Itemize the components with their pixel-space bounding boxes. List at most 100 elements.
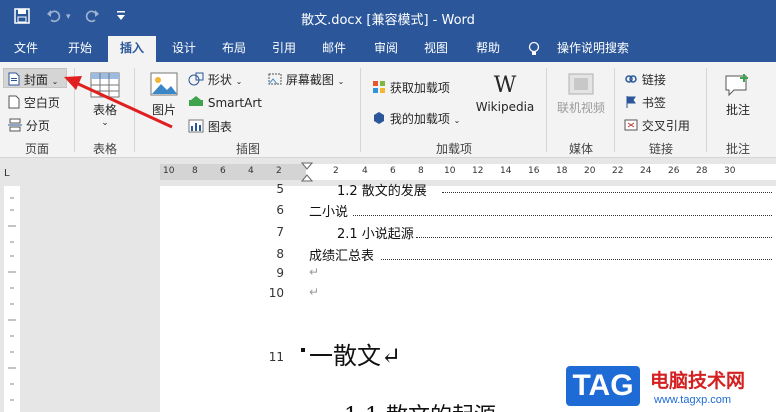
toc-entry[interactable]: 1.2 散文的发展 (337, 180, 427, 199)
ribbon-tabs: 文件 开始 插入 设计 布局 引用 邮件 审阅 视图 帮助 操作说明搜索 (0, 36, 776, 62)
bookmark-icon (624, 95, 638, 112)
my-addins-button[interactable]: 我的加载项 ⌄ (372, 110, 460, 128)
film-icon (568, 72, 594, 99)
get-addins-label: 获取加载项 (389, 81, 450, 95)
chevron-down-icon: ⌄ (235, 77, 243, 86)
toc-entry[interactable]: 二小说 (309, 201, 348, 220)
group-label-comments: 批注 (725, 142, 750, 156)
line-number: 5 (276, 182, 284, 196)
heading-1-text: 一散文↵ (309, 342, 402, 370)
comment-button[interactable]: 批注 (716, 72, 760, 118)
toc-entry[interactable]: 2.1 小说起源 (337, 223, 414, 242)
group-label-media: 媒体 (568, 142, 593, 156)
red-arrow-annotation (64, 76, 173, 129)
ruler-number: 10 (444, 166, 456, 176)
addin-icon (372, 111, 386, 128)
ruler-number: 2 (276, 166, 282, 176)
ruler-number: 18 (556, 166, 568, 176)
comment-label: 批注 (725, 103, 750, 117)
wikipedia-icon: W (493, 73, 517, 98)
site-name: 电脑技术网 (650, 370, 746, 392)
line-number: 9 (276, 266, 284, 280)
toc-entry[interactable]: 成绩汇总表 (309, 245, 374, 264)
smartart-icon (188, 95, 204, 112)
window-title: 散文.docx [兼容模式] - Word (301, 13, 475, 28)
ruler-number: 6 (220, 166, 226, 176)
ruler-number: 6 (390, 166, 396, 176)
tab-references[interactable]: 引用 (262, 36, 306, 62)
ruler-number: 24 (640, 166, 652, 176)
page-break-button[interactable]: 分页 (8, 117, 50, 135)
heading-2-partial[interactable]: 1.1 散文的起源 (344, 398, 496, 412)
smartart-button[interactable]: SmartArt (188, 95, 262, 112)
divider (706, 68, 707, 152)
ruler-number: 8 (192, 166, 198, 176)
tab-mailings[interactable]: 邮件 (312, 36, 356, 62)
chevron-down-icon: ⌄ (51, 77, 59, 86)
group-label-illustrations: 插图 (235, 142, 260, 156)
tab-selector[interactable]: L (4, 168, 10, 179)
online-video-label: 联机视频 (556, 101, 605, 115)
tell-me-search[interactable]: 操作说明搜索 (552, 36, 634, 62)
heading-1[interactable]: 一散文↵ (309, 336, 401, 371)
toc-leader-dots (442, 192, 772, 193)
blank-page-button[interactable]: 空白页 (8, 94, 60, 112)
group-label-addins: 加载项 (435, 142, 472, 156)
ruler-number: 12 (472, 166, 484, 176)
indent-marker-icon[interactable] (300, 162, 314, 185)
ruler-number: 10 (163, 166, 175, 176)
cover-page-button[interactable]: 封面 ⌄ (8, 71, 58, 89)
link-icon (624, 72, 638, 89)
chevron-down-icon: ⌄ (453, 116, 461, 125)
title-bar: ▾ 散文.docx [兼容模式] - Word (0, 0, 776, 36)
my-addins-label: 我的加载项 (389, 112, 450, 126)
chart-button[interactable]: 图表 (188, 118, 232, 136)
comment-icon (724, 72, 752, 101)
online-video-button[interactable]: 联机视频 (556, 72, 606, 116)
tab-design[interactable]: 设计 (162, 36, 206, 62)
tab-insert[interactable]: 插入 (108, 36, 156, 62)
bookmark-label: 书签 (641, 96, 666, 110)
shapes-button[interactable]: 形状 ⌄ (188, 71, 242, 89)
ruler-number: 4 (248, 166, 254, 176)
ruler-number: 22 (612, 166, 624, 176)
blank-page-icon (8, 95, 20, 112)
tab-file[interactable]: 文件 (4, 36, 48, 62)
blank-page-label: 空白页 (23, 96, 60, 110)
ruler-margin-left (160, 164, 306, 180)
ruler-number: 16 (528, 166, 540, 176)
vertical-ruler[interactable] (4, 186, 20, 412)
cover-page-label: 封面 (23, 73, 48, 87)
page-break-label: 分页 (25, 119, 50, 133)
tab-view[interactable]: 视图 (414, 36, 458, 62)
site-watermark: TAG 电脑技术网 www.tagxp.com (562, 362, 774, 410)
page-break-icon (8, 118, 22, 135)
wikipedia-button[interactable]: W Wikipedia (474, 72, 536, 114)
screenshot-label: 屏幕截图 (285, 73, 334, 87)
site-url: www.tagxp.com (654, 394, 732, 406)
ruler-number: 2 (333, 166, 339, 176)
toc-leader-dots (416, 237, 772, 238)
cross-reference-button[interactable]: 交叉引用 (624, 117, 690, 135)
cross-reference-label: 交叉引用 (641, 119, 690, 133)
screenshot-button[interactable]: 屏幕截图 ⌄ (268, 71, 344, 89)
shapes-icon (188, 72, 204, 89)
horizontal-ruler[interactable]: 10 8 6 4 2 2 4 6 8 10 12 14 16 18 20 22 … (160, 162, 776, 182)
link-label: 链接 (641, 73, 666, 87)
group-label-pages: 页面 (24, 142, 49, 156)
line-number: 10 (268, 286, 284, 300)
ruler-number: 8 (418, 166, 424, 176)
tab-review[interactable]: 审阅 (364, 36, 408, 62)
link-button[interactable]: 链接 (624, 71, 666, 89)
get-addins-button[interactable]: 获取加载项 (372, 79, 450, 97)
bookmark-button[interactable]: 书签 (624, 94, 666, 112)
tab-home[interactable]: 开始 (56, 36, 104, 62)
ruler-number: 30 (724, 166, 736, 176)
tab-help[interactable]: 帮助 (466, 36, 510, 62)
divider (614, 68, 615, 152)
divider (360, 68, 361, 152)
tab-layout[interactable]: 布局 (212, 36, 256, 62)
wikipedia-label: Wikipedia (475, 100, 535, 114)
cross-reference-icon (624, 118, 638, 135)
screenshot-icon (268, 72, 282, 89)
